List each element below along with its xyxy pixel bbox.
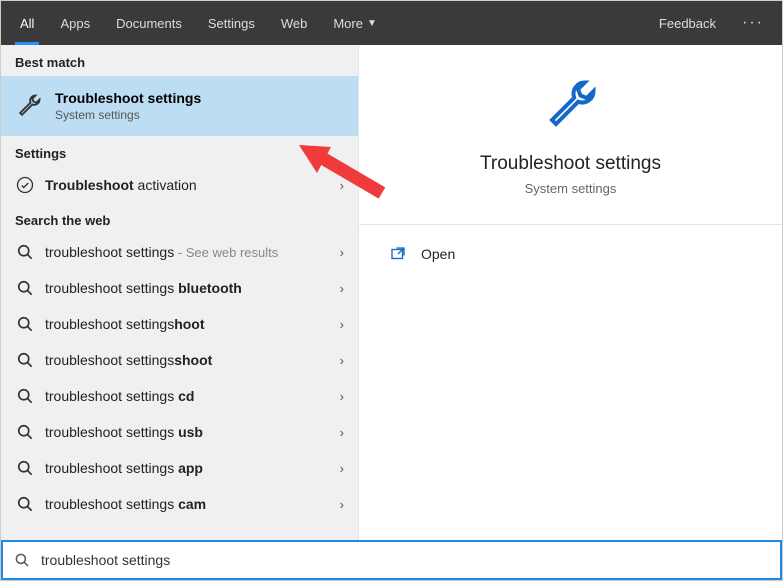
section-search-web: Search the web	[1, 203, 358, 234]
tab-label: Settings	[208, 16, 255, 31]
top-tab-bar: All Apps Documents Settings Web More ▼ Fe…	[1, 1, 782, 45]
wrench-icon	[541, 75, 601, 135]
tab-more[interactable]: More ▼	[320, 1, 390, 45]
result-text: troubleshoot settings bluetooth	[45, 280, 340, 296]
tab-label: All	[20, 16, 34, 31]
search-icon	[15, 458, 35, 478]
search-icon	[15, 422, 35, 442]
tab-label: More	[333, 16, 363, 31]
tab-documents[interactable]: Documents	[103, 1, 195, 45]
chevron-right-icon: ›	[340, 461, 344, 476]
web-result-item[interactable]: troubleshoot settings app›	[1, 450, 358, 486]
result-text: troubleshoot settings usb	[45, 424, 340, 440]
search-icon	[15, 386, 35, 406]
search-bar[interactable]	[1, 540, 782, 580]
preview-subtitle: System settings	[379, 181, 762, 196]
search-icon	[13, 551, 31, 569]
search-icon	[15, 350, 35, 370]
section-settings: Settings	[1, 136, 358, 167]
preview-title: Troubleshoot settings	[379, 153, 762, 175]
result-text: troubleshoot settings app	[45, 460, 340, 476]
open-icon	[389, 245, 407, 263]
tab-label: Apps	[60, 16, 90, 31]
web-result-item[interactable]: troubleshoot settings - See web results›	[1, 234, 358, 270]
result-text: Troubleshoot activation	[45, 177, 340, 193]
result-text: troubleshoot settings cd	[45, 388, 340, 404]
search-input[interactable]	[41, 552, 770, 568]
web-result-item[interactable]: troubleshoot settings bluetooth›	[1, 270, 358, 306]
chevron-right-icon: ›	[340, 178, 344, 193]
web-result-item[interactable]: troubleshoot settingsshoot›	[1, 342, 358, 378]
tab-settings[interactable]: Settings	[195, 1, 268, 45]
search-icon	[15, 314, 35, 334]
web-result-item[interactable]: troubleshoot settings usb›	[1, 414, 358, 450]
result-text: troubleshoot settings - See web results	[45, 244, 340, 260]
chevron-right-icon: ›	[340, 425, 344, 440]
section-best-match: Best match	[1, 45, 358, 76]
feedback-link[interactable]: Feedback	[645, 16, 730, 31]
best-match-item[interactable]: Troubleshoot settings System settings	[1, 76, 358, 136]
results-panel: Best match Troubleshoot settings System …	[1, 45, 358, 542]
result-text: troubleshoot settingsshoot	[45, 352, 340, 368]
wrench-icon	[15, 92, 43, 120]
chevron-right-icon: ›	[340, 353, 344, 368]
search-icon	[15, 494, 35, 514]
best-match-subtitle: System settings	[55, 108, 201, 122]
open-action[interactable]: Open	[359, 225, 782, 283]
chevron-right-icon: ›	[340, 245, 344, 260]
tab-label: Documents	[116, 16, 182, 31]
tab-web[interactable]: Web	[268, 1, 321, 45]
chevron-right-icon: ›	[340, 281, 344, 296]
open-label: Open	[421, 246, 455, 262]
tab-apps[interactable]: Apps	[47, 1, 103, 45]
search-icon	[15, 278, 35, 298]
more-options-icon[interactable]: ···	[730, 14, 776, 32]
settings-result-item[interactable]: Troubleshoot activation ›	[1, 167, 358, 203]
chevron-right-icon: ›	[340, 497, 344, 512]
preview-panel: Troubleshoot settings System settings Op…	[358, 45, 782, 542]
web-result-item[interactable]: troubleshoot settings cam›	[1, 486, 358, 522]
best-match-title: Troubleshoot settings	[55, 90, 201, 106]
result-text: troubleshoot settings cam	[45, 496, 340, 512]
check-circle-icon	[15, 175, 35, 195]
tab-all[interactable]: All	[7, 1, 47, 45]
chevron-right-icon: ›	[340, 389, 344, 404]
result-text: troubleshoot settingshoot	[45, 316, 340, 332]
tab-label: Web	[281, 16, 308, 31]
chevron-down-icon: ▼	[367, 18, 377, 29]
web-result-item[interactable]: troubleshoot settings cd›	[1, 378, 358, 414]
search-icon	[15, 242, 35, 262]
chevron-right-icon: ›	[340, 317, 344, 332]
web-result-item[interactable]: troubleshoot settingshoot›	[1, 306, 358, 342]
